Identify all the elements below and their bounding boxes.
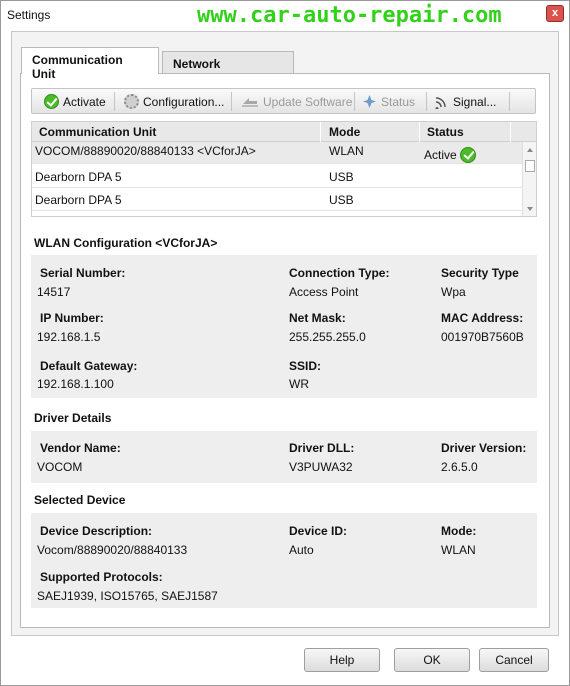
toolbar-separator xyxy=(114,92,115,111)
status-label: Status xyxy=(381,94,416,109)
column-header-unit[interactable]: Communication Unit xyxy=(39,125,156,139)
device-description-value: Vocom/88890020/88840133 xyxy=(37,543,188,557)
watermark-text: www.car-auto-repair.com xyxy=(197,3,502,28)
toolbar-separator xyxy=(509,92,510,111)
status-text: Active xyxy=(424,148,457,163)
ssid-label: SSID: xyxy=(289,359,322,373)
configuration-button[interactable]: Configuration... xyxy=(124,92,224,111)
cell-status: Active xyxy=(424,147,476,164)
signal-button[interactable]: Signal... xyxy=(434,92,496,111)
ip-number-value: 192.168.1.5 xyxy=(37,330,101,344)
driver-version-label: Driver Version: xyxy=(441,441,527,455)
activate-button[interactable]: Activate xyxy=(44,92,106,111)
driver-version-value: 2.6.5.0 xyxy=(441,460,478,474)
vendor-name-label: Vendor Name: xyxy=(40,441,121,455)
table-row[interactable]: Dearborn DPA 5 USB xyxy=(32,189,522,211)
column-header-mode[interactable]: Mode xyxy=(329,125,360,139)
toolbar: Activate Configuration... Update Softwar… xyxy=(31,88,536,114)
scroll-thumb[interactable] xyxy=(525,160,535,172)
tab-communication-unit[interactable]: Communication Unit xyxy=(21,47,159,81)
mac-address-label: MAC Address: xyxy=(441,311,524,325)
ok-button[interactable]: OK xyxy=(394,648,470,672)
mac-address-value: 001970B7560B xyxy=(441,330,524,344)
net-mask-label: Net Mask: xyxy=(289,311,346,325)
cell-mode: USB xyxy=(329,170,354,184)
serial-number-value: 14517 xyxy=(37,285,71,299)
settings-window: Settings www.car-auto-repair.com x Commu… xyxy=(0,0,570,686)
check-icon xyxy=(44,94,59,109)
help-button[interactable]: Help xyxy=(304,648,380,672)
status-icon xyxy=(362,94,377,109)
cell-mode: WLAN xyxy=(329,144,364,158)
driver-section-title: Driver Details xyxy=(34,411,112,425)
table-header: Communication Unit Mode Status xyxy=(32,122,536,142)
driver-dll-label: Driver DLL: xyxy=(289,441,355,455)
vendor-name-value: VOCOM xyxy=(37,460,83,474)
cell-unit: Dearborn DPA 5 xyxy=(35,170,122,184)
gear-icon xyxy=(124,94,139,109)
security-type-value: Wpa xyxy=(441,285,466,299)
connection-type-label: Connection Type: xyxy=(289,266,390,280)
close-icon: x xyxy=(551,7,559,19)
signal-label: Signal... xyxy=(453,94,497,109)
device-section-title: Selected Device xyxy=(34,493,126,507)
column-header-status[interactable]: Status xyxy=(427,125,464,139)
device-id-value: Auto xyxy=(289,543,314,557)
column-divider xyxy=(510,122,511,142)
activate-label: Activate xyxy=(63,94,106,109)
connection-type-value: Access Point xyxy=(289,285,359,299)
cell-unit: VOCOM/88890020/88840133 <VCforJA> xyxy=(35,144,256,158)
active-check-icon xyxy=(459,147,476,163)
device-description-label: Device Description: xyxy=(40,524,153,538)
toolbar-separator xyxy=(231,92,232,111)
column-divider xyxy=(419,122,420,142)
configuration-label: Configuration... xyxy=(143,94,225,109)
security-type-label: Security Type xyxy=(441,266,519,280)
table-row[interactable]: VOCOM/88890020/88840133 <VCforJA> WLAN A… xyxy=(32,142,522,164)
device-mode-value: WLAN xyxy=(441,543,476,557)
default-gateway-label: Default Gateway: xyxy=(40,359,138,373)
device-id-label: Device ID: xyxy=(289,524,348,538)
default-gateway-value: 192.168.1.100 xyxy=(37,377,114,391)
table-scrollbar[interactable] xyxy=(522,142,536,216)
scroll-up-icon[interactable] xyxy=(527,148,533,152)
close-button[interactable]: x xyxy=(546,5,564,22)
toolbar-separator xyxy=(426,92,427,111)
cancel-button[interactable]: Cancel xyxy=(479,648,549,672)
update-software-button[interactable]: Update Software xyxy=(241,92,352,111)
selected-device-box: Device Description: Vocom/88890020/88840… xyxy=(31,513,537,608)
ip-number-label: IP Number: xyxy=(40,311,104,325)
wlan-section-title: WLAN Configuration <VCforJA> xyxy=(34,236,218,250)
ssid-value: WR xyxy=(289,377,309,391)
table-row[interactable]: Dearborn DPA 5 USB xyxy=(32,166,522,188)
serial-number-label: Serial Number: xyxy=(40,266,126,280)
title-bar: Settings www.car-auto-repair.com x xyxy=(1,1,569,29)
status-button[interactable]: Status xyxy=(362,92,415,111)
net-mask-value: 255.255.255.0 xyxy=(289,330,366,344)
cell-mode: USB xyxy=(329,193,354,207)
update-icon xyxy=(241,94,259,109)
tab-network-connection[interactable]: Network Connection xyxy=(162,51,294,85)
driver-details-box: Vendor Name: VOCOM Driver DLL: V3PUWA32 … xyxy=(31,431,537,483)
wlan-config-box: Serial Number: 14517 Connection Type: Ac… xyxy=(31,255,537,398)
driver-dll-value: V3PUWA32 xyxy=(289,460,353,474)
update-software-label: Update Software xyxy=(263,94,353,109)
toolbar-separator xyxy=(354,92,355,111)
supported-protocols-value: SAEJ1939, ISO15765, SAEJ1587 xyxy=(37,589,218,603)
signal-icon xyxy=(434,94,449,109)
cell-unit: Dearborn DPA 5 xyxy=(35,193,122,207)
communication-unit-table: Communication Unit Mode Status VOCOM/888… xyxy=(31,121,537,217)
supported-protocols-label: Supported Protocols: xyxy=(40,570,163,584)
device-mode-label: Mode: xyxy=(441,524,477,538)
column-divider xyxy=(320,122,321,142)
window-title: Settings xyxy=(7,8,51,22)
scroll-down-icon[interactable] xyxy=(527,207,533,211)
